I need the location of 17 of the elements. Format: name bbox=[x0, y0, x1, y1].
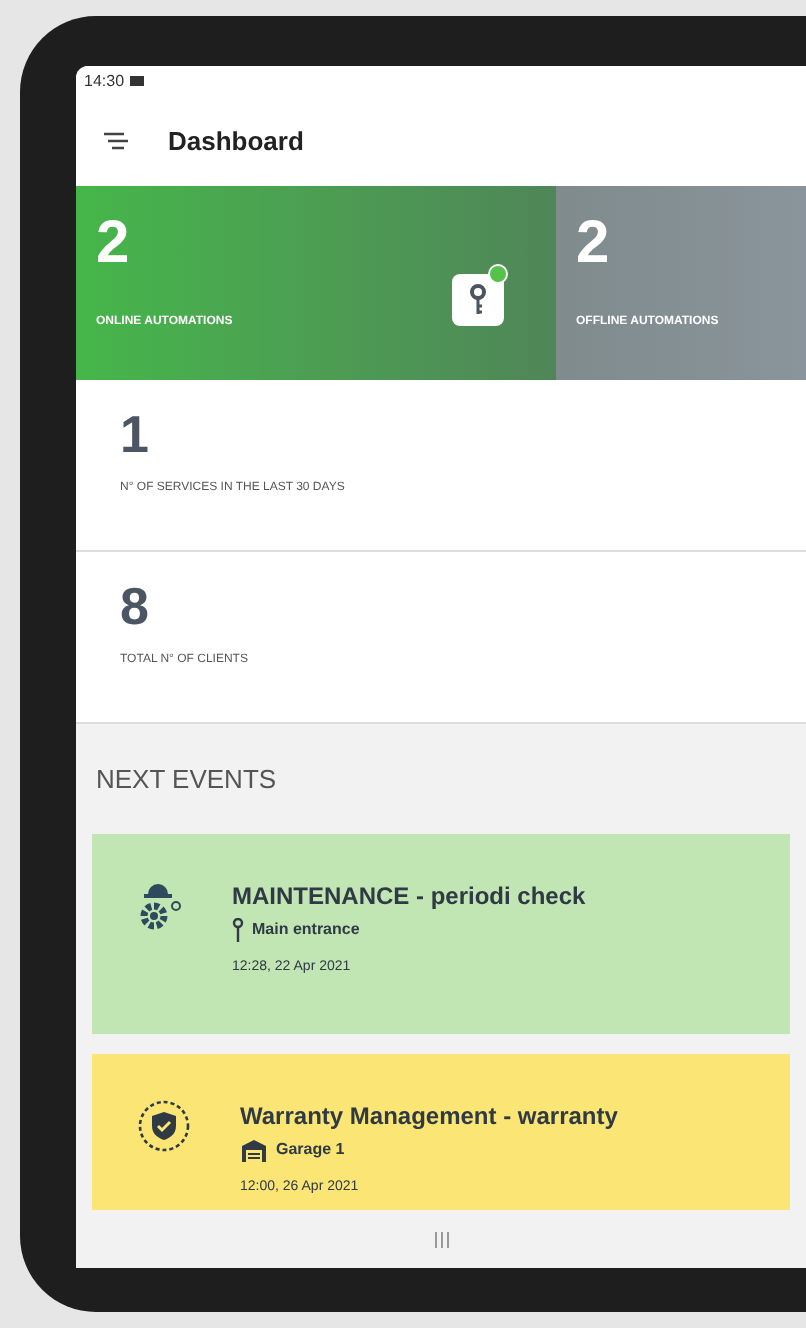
automation-count: 2 bbox=[576, 214, 612, 274]
shield-badge-icon bbox=[136, 1098, 192, 1154]
automation-count: 2 bbox=[96, 214, 132, 274]
event-location: Garage 1 bbox=[276, 1138, 345, 1162]
menu-icon[interactable] bbox=[104, 132, 128, 150]
stat-count: 8 bbox=[120, 580, 151, 632]
status-time: 14:30 bbox=[84, 69, 125, 93]
garage-icon bbox=[240, 1138, 268, 1162]
page-title: Dashboard bbox=[168, 123, 304, 160]
recent-apps-icon[interactable] bbox=[433, 1231, 449, 1247]
gear-helmet-icon bbox=[136, 878, 184, 934]
key-device-icon bbox=[452, 270, 508, 326]
stat-count: 1 bbox=[120, 408, 151, 460]
event-title: MAINTENANCE - periodi check bbox=[232, 880, 586, 914]
event-location: Main entrance bbox=[252, 918, 360, 942]
section-heading: NEXT EVENTS bbox=[96, 761, 277, 798]
event-title: Warranty Management - warranty bbox=[240, 1100, 618, 1134]
